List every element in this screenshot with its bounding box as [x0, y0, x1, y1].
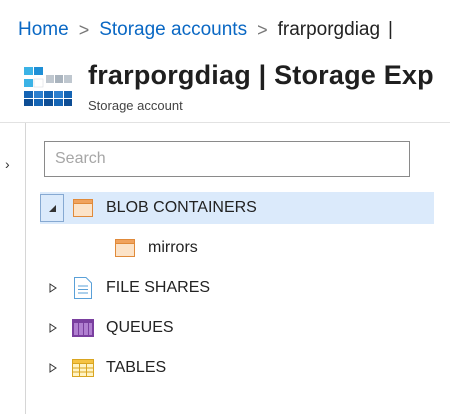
- breadcrumb-separator: >: [78, 19, 90, 40]
- breadcrumb-trailing-bar: |: [388, 19, 393, 40]
- tree-item-label: QUEUES: [106, 319, 174, 336]
- collapsed-triangle-icon: [49, 283, 57, 293]
- storage-account-icon: [24, 67, 72, 106]
- container-icon: [114, 237, 136, 259]
- breadcrumb-current: frarporgdiag: [277, 19, 381, 40]
- tree-item-label: TABLES: [106, 359, 167, 376]
- collapse-toggle[interactable]: [40, 194, 64, 222]
- chevron-right-icon[interactable]: ›: [5, 156, 10, 172]
- collapsed-triangle-icon: [49, 323, 57, 333]
- tree-item-tables[interactable]: TABLES: [40, 352, 434, 384]
- expand-toggle[interactable]: [40, 283, 66, 293]
- file-shares-icon: [72, 277, 94, 299]
- tree-item-label: FILE SHARES: [106, 279, 211, 296]
- storage-explorer-blade: Home > Storage accounts > frarporgdiag |: [0, 0, 450, 414]
- expanded-triangle-icon: [48, 204, 56, 212]
- expand-toggle[interactable]: [40, 363, 66, 373]
- header-divider: [0, 122, 450, 123]
- queues-icon: [72, 317, 94, 339]
- tree-item-label: BLOB CONTAINERS: [106, 199, 257, 216]
- page-subtitle: Storage account: [88, 98, 183, 113]
- breadcrumb-separator: >: [257, 19, 268, 40]
- tree-item-label: mirrors: [148, 239, 198, 256]
- blob-containers-icon: [72, 197, 94, 219]
- expand-toggle[interactable]: [40, 323, 66, 333]
- search-input[interactable]: [44, 141, 410, 177]
- collapsed-sidebar: ›: [0, 123, 26, 414]
- breadcrumb: Home > Storage accounts > frarporgdiag |: [0, 0, 450, 60]
- breadcrumb-home-link[interactable]: Home: [18, 19, 69, 41]
- tree-item-container-mirrors[interactable]: mirrors: [80, 232, 434, 264]
- collapsed-triangle-icon: [49, 363, 57, 373]
- tree-item-file-shares[interactable]: FILE SHARES: [40, 272, 434, 304]
- blade-header: frarporgdiag | Storage Exp Storage accou…: [0, 60, 450, 122]
- tree-item-blob-containers[interactable]: BLOB CONTAINERS: [40, 192, 434, 224]
- page-title: frarporgdiag | Storage Exp: [88, 60, 434, 90]
- tables-icon: [72, 357, 94, 379]
- breadcrumb-storage-accounts-link[interactable]: Storage accounts: [99, 19, 247, 41]
- tree-item-queues[interactable]: QUEUES: [40, 312, 434, 344]
